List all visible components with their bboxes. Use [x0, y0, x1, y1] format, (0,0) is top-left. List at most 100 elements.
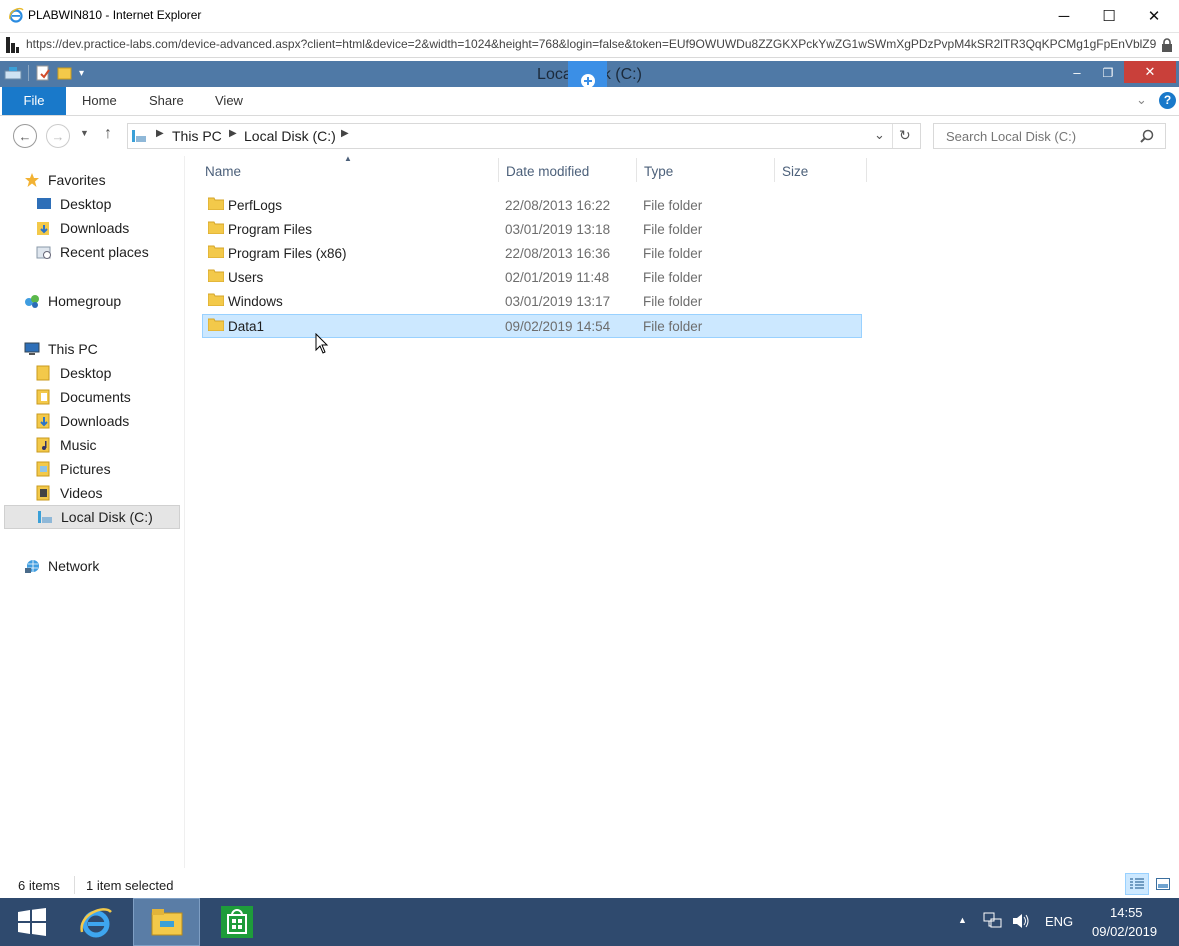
nav-pc-music[interactable]: Music [36, 433, 184, 457]
column-divider[interactable] [636, 158, 637, 182]
music-icon [36, 437, 50, 453]
nav-homegroup[interactable]: Homegroup [24, 289, 184, 313]
tab-file[interactable]: File [2, 87, 66, 115]
internet-explorer-icon [9, 7, 24, 23]
nav-label: Downloads [60, 220, 130, 236]
file-type: File folder [643, 293, 703, 309]
nav-pc-pictures[interactable]: Pictures [36, 457, 184, 481]
volume-icon[interactable] [1011, 912, 1031, 930]
file-row[interactable]: Program Files (x86) 22/08/2013 16:36 Fil… [202, 241, 862, 265]
file-row[interactable]: Windows 03/01/2019 13:17 File folder [202, 289, 862, 313]
clock-date[interactable]: 09/02/2019 [1092, 924, 1157, 939]
address-dropdown-icon[interactable]: ⌄ [874, 127, 885, 143]
start-button[interactable] [0, 898, 64, 946]
back-button[interactable]: ← [13, 124, 37, 148]
taskbar: ▲ ENG 14:55 09/02/2019 [0, 898, 1179, 946]
file-type: File folder [643, 269, 703, 285]
column-header-date[interactable]: Date modified [506, 158, 589, 186]
file-row[interactable]: PerfLogs 22/08/2013 16:22 File folder [202, 193, 862, 217]
tab-share[interactable]: Share [133, 87, 200, 115]
clock-time[interactable]: 14:55 [1110, 905, 1143, 920]
nav-favorites[interactable]: Favorites [24, 168, 184, 192]
network-icon [25, 560, 39, 573]
taskbar-store-button[interactable] [205, 898, 269, 946]
nav-pc-downloads[interactable]: Downloads [36, 409, 184, 433]
explorer-close-button[interactable]: ✕ [1124, 61, 1176, 83]
column-header-size[interactable]: Size [782, 158, 808, 186]
downloads-icon [36, 413, 50, 429]
nav-pc-desktop[interactable]: Desktop [36, 361, 184, 385]
network-status-icon[interactable] [983, 912, 1003, 930]
nav-fav-downloads[interactable]: Downloads [36, 216, 184, 240]
downloads-icon [37, 222, 49, 235]
nav-label: Pictures [60, 461, 111, 477]
nav-label: Music [60, 437, 97, 453]
search-icon[interactable] [1140, 129, 1154, 143]
forward-button[interactable]: → [46, 124, 70, 148]
nav-pc-documents[interactable]: Documents [36, 385, 184, 409]
explorer-minimize-button[interactable]: ‒ [1062, 61, 1092, 87]
nav-fav-desktop[interactable]: Desktop [36, 192, 184, 216]
refresh-icon[interactable]: ↻ [899, 127, 911, 144]
lock-icon [1162, 38, 1172, 52]
language-indicator[interactable]: ENG [1045, 914, 1073, 929]
file-type: File folder [643, 318, 703, 334]
help-icon[interactable]: ? [1159, 92, 1176, 109]
pc-icon [132, 130, 146, 142]
maximize-button[interactable]: ☐ [1086, 0, 1132, 32]
breadcrumb-sep-icon: ▶ [156, 128, 164, 139]
store-icon [221, 906, 253, 938]
large-icons-view-button[interactable] [1152, 873, 1174, 895]
expand-ribbon-icon[interactable]: ⌄ [1136, 92, 1147, 108]
nav-fav-recent[interactable]: Recent places [36, 240, 184, 264]
explorer-restore-button[interactable]: ❐ [1093, 61, 1123, 87]
file-name: Program Files (x86) [228, 245, 347, 261]
browser-addressbar[interactable]: https://dev.practice-labs.com/device-adv… [0, 33, 1179, 58]
column-divider[interactable] [866, 158, 867, 182]
show-hidden-icons-icon[interactable]: ▲ [958, 915, 967, 925]
recent-locations-icon[interactable]: ▼ [80, 128, 89, 138]
nav-thispc[interactable]: This PC [24, 337, 184, 361]
folder-icon [208, 293, 224, 306]
minimize-button[interactable]: ─ [1041, 0, 1087, 32]
nav-label: Favorites [48, 172, 106, 188]
tab-home[interactable]: Home [66, 87, 133, 115]
column-divider[interactable] [774, 158, 775, 182]
address-bar[interactable]: ▶ This PC ▶ Local Disk (C:) ▶ ⌄ ↻ [127, 123, 921, 149]
nav-label: Desktop [60, 196, 112, 212]
folder-icon [208, 318, 224, 331]
search-input[interactable] [944, 128, 1138, 145]
breadcrumb-sep-icon: ▶ [341, 128, 349, 139]
site-icon [6, 37, 19, 53]
file-row[interactable]: Users 02/01/2019 11:48 File folder [202, 265, 862, 289]
file-date: 03/01/2019 13:17 [505, 293, 611, 309]
url-text[interactable]: https://dev.practice-labs.com/device-adv… [26, 37, 1156, 51]
nav-network[interactable]: Network [24, 554, 184, 578]
browser-titlebar: PLABWIN810 - Internet Explorer ─ ☐ ✕ [0, 0, 1179, 33]
computer-icon [24, 342, 40, 355]
taskbar-ie-button[interactable] [64, 898, 128, 946]
file-name: PerfLogs [228, 197, 283, 213]
column-header-name[interactable]: Name [205, 158, 241, 186]
file-row-selected[interactable]: Data1 09/02/2019 14:54 File folder [202, 314, 862, 338]
close-button[interactable]: ✕ [1131, 0, 1177, 32]
taskbar-explorer-button[interactable] [133, 898, 200, 946]
folder-icon [208, 221, 224, 234]
breadcrumb-sep-icon: ▶ [229, 128, 237, 139]
file-name: Windows [228, 293, 283, 309]
desktop-icon [37, 198, 51, 209]
homegroup-icon [25, 295, 39, 308]
search-box[interactable] [933, 123, 1166, 149]
file-row[interactable]: Program Files 03/01/2019 13:18 File fold… [202, 217, 862, 241]
column-divider[interactable] [498, 158, 499, 182]
up-arrow-icon[interactable]: ↑ [104, 125, 112, 143]
recent-places-icon [36, 246, 51, 259]
breadcrumb-localdisk[interactable]: Local Disk (C:) [244, 128, 336, 144]
tab-view[interactable]: View [199, 87, 259, 115]
breadcrumb-thispc[interactable]: This PC [172, 128, 222, 144]
nav-pc-localdisk[interactable]: Local Disk (C:) [4, 505, 180, 529]
file-type: File folder [643, 221, 703, 237]
column-header-type[interactable]: Type [644, 158, 673, 186]
nav-pc-videos[interactable]: Videos [36, 481, 184, 505]
details-view-button[interactable] [1125, 873, 1149, 895]
